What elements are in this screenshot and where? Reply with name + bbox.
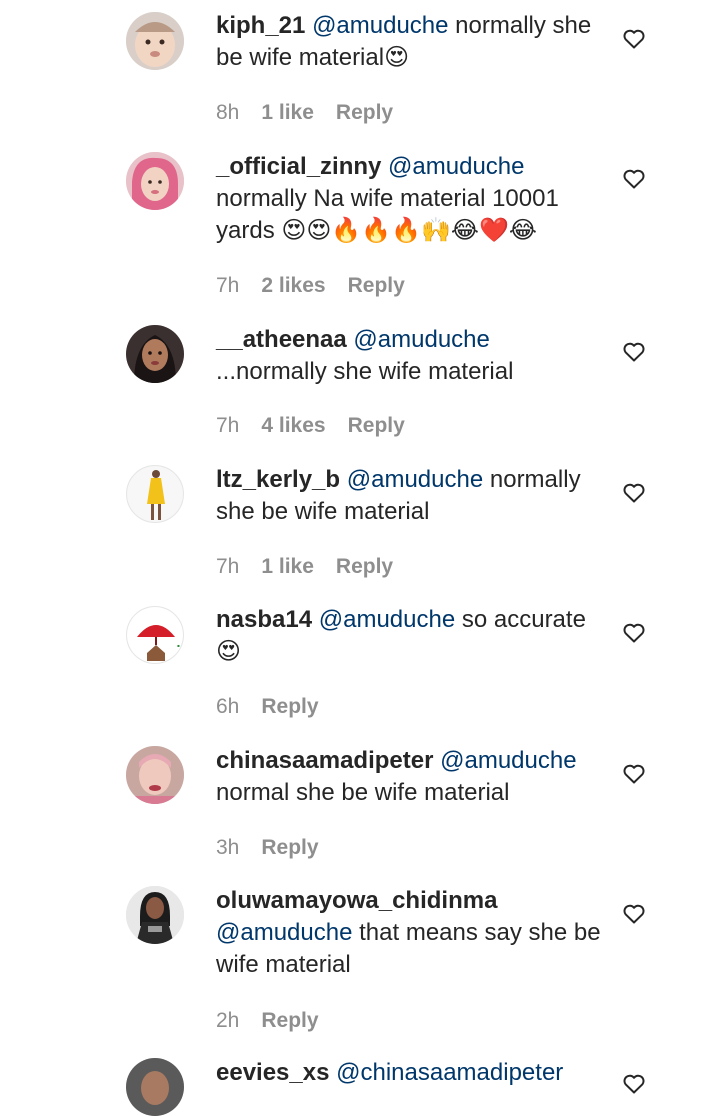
comment-time: 3h [216, 836, 240, 859]
comment-username[interactable]: ltz_kerly_b [216, 466, 340, 493]
comment-text: kiph_21 @amuduche normally she be wife m… [216, 10, 601, 74]
comment-mention[interactable]: @amuduche [440, 747, 576, 774]
reply-button[interactable]: Reply [261, 836, 318, 859]
comment-mention[interactable]: @amuduche [319, 606, 455, 633]
comment-time: 7h [216, 274, 240, 297]
profile-photo-icon [126, 1058, 184, 1116]
avatar[interactable] [126, 325, 184, 383]
avatar[interactable] [126, 886, 184, 944]
comment-mention[interactable]: @amuduche [388, 153, 524, 180]
comment-likes[interactable]: 4 likes [261, 414, 325, 437]
woman-portrait-photo-icon [126, 325, 184, 383]
avatar[interactable] [126, 12, 184, 70]
comment-body: ...normally she wife material [216, 358, 514, 385]
woman-dark-outfit-photo-icon [126, 886, 184, 944]
comment-text: __atheenaa @amuduche ...normally she wif… [216, 324, 601, 388]
comment-likes[interactable]: 1 like [261, 101, 314, 124]
comment-meta: 6h Reply [216, 695, 341, 719]
like-heart-icon[interactable] [622, 340, 646, 364]
avatar[interactable] [126, 465, 184, 523]
comment-text: nasba14 @amuduche so accurate😍 [216, 604, 601, 668]
red-umbrella-house-logo-icon: ▪ [127, 607, 183, 663]
avatar[interactable] [126, 746, 184, 804]
comment-time: 7h [216, 555, 240, 578]
comment-meta: 8h 1 like Reply [216, 101, 415, 125]
like-heart-icon[interactable] [622, 621, 646, 645]
comment-time: 6h [216, 695, 240, 718]
like-heart-icon[interactable] [622, 902, 646, 926]
reply-button[interactable]: Reply [348, 414, 405, 437]
comment-username[interactable]: _official_zinny [216, 153, 381, 180]
comment-time: 8h [216, 101, 240, 124]
like-heart-icon[interactable] [622, 167, 646, 191]
yellow-dress-photo-icon [127, 466, 183, 522]
comment-mention[interactable]: @amuduche [312, 12, 448, 39]
avatar[interactable] [126, 1058, 184, 1116]
comment-username[interactable]: __atheenaa [216, 326, 347, 353]
svg-text:▪: ▪ [177, 643, 180, 648]
comment-text: chinasaamadipeter @amuduche normal she b… [216, 745, 601, 809]
pink-hair-photo-icon [126, 152, 184, 210]
avatar[interactable]: ▪ [126, 606, 184, 664]
reply-button[interactable]: Reply [261, 695, 318, 718]
comment-mention[interactable]: @amuduche [216, 919, 352, 946]
selfie-photo-icon [126, 746, 184, 804]
comment-username[interactable]: chinasaamadipeter [216, 747, 433, 774]
reply-button[interactable]: Reply [336, 555, 393, 578]
reply-button[interactable]: Reply [261, 1009, 318, 1032]
comment-text: _official_zinny @amuduche normally Na wi… [216, 151, 601, 247]
comment-time: 2h [216, 1009, 240, 1032]
comment-mention[interactable]: @chinasaamadipeter [336, 1059, 563, 1086]
comment-username[interactable]: kiph_21 [216, 12, 305, 39]
comment-meta: 7h 1 like Reply [216, 555, 415, 579]
comment-likes[interactable]: 1 like [261, 555, 314, 578]
comment-body: normal she be wife material [216, 779, 510, 806]
comment-username[interactable]: nasba14 [216, 606, 312, 633]
comment-meta: 7h 4 likes Reply [216, 414, 427, 438]
like-heart-icon[interactable] [622, 27, 646, 51]
comment-meta: 2h Reply [216, 1009, 341, 1033]
like-heart-icon[interactable] [622, 762, 646, 786]
comment-text: oluwamayowa_chidinma @amuduche that mean… [216, 885, 601, 981]
comment-meta: 7h 2 likes Reply [216, 274, 427, 298]
comment-body: normally Na wife material 10001 yards 😍😍… [216, 185, 559, 244]
comment-mention[interactable]: @amuduche [353, 326, 489, 353]
baby-face-photo-icon [126, 12, 184, 70]
comment-username[interactable]: eevies_xs [216, 1059, 329, 1086]
comment-username[interactable]: oluwamayowa_chidinma [216, 887, 497, 914]
avatar[interactable] [126, 152, 184, 210]
like-heart-icon[interactable] [622, 1072, 646, 1096]
reply-button[interactable]: Reply [348, 274, 405, 297]
comment-text: ltz_kerly_b @amuduche normally she be wi… [216, 464, 601, 528]
comment-mention[interactable]: @amuduche [347, 466, 483, 493]
reply-button[interactable]: Reply [336, 101, 393, 124]
like-heart-icon[interactable] [622, 481, 646, 505]
comment-text: eevies_xs @chinasaamadipeter [216, 1057, 601, 1089]
comment-likes[interactable]: 2 likes [261, 274, 325, 297]
comment-time: 7h [216, 414, 240, 437]
comment-meta: 3h Reply [216, 836, 341, 860]
